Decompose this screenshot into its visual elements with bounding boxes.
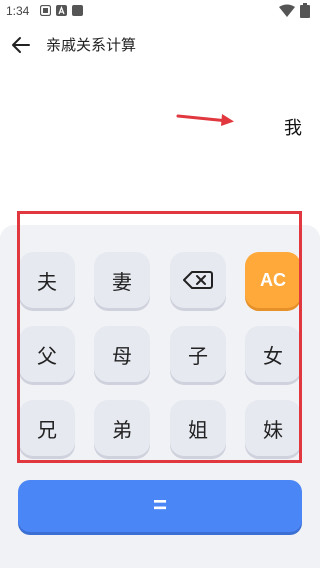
notification-icon xyxy=(40,5,51,16)
page-title: 亲戚关系计算 xyxy=(46,36,137,54)
app-icon xyxy=(72,5,83,16)
red-arrow-annotation xyxy=(176,114,234,126)
result-text: 我 xyxy=(284,118,302,139)
backspace-icon xyxy=(183,271,213,289)
status-time: 1:34 xyxy=(6,4,30,18)
key-husband[interactable]: 夫 xyxy=(19,252,75,308)
key-son[interactable]: 子 xyxy=(170,326,226,382)
key-father[interactable]: 父 xyxy=(19,326,75,382)
backspace-button[interactable] xyxy=(170,252,226,308)
key-wife[interactable]: 妻 xyxy=(94,252,150,308)
key-mother[interactable]: 母 xyxy=(94,326,150,382)
status-bar: 1:34 xyxy=(0,0,320,24)
app-bar: 亲戚关系计算 xyxy=(0,24,320,64)
key-younger-brother[interactable]: 弟 xyxy=(94,400,150,456)
key-elder-sister[interactable]: 姐 xyxy=(170,400,226,456)
key-elder-brother[interactable]: 兄 xyxy=(19,400,75,456)
battery-icon xyxy=(300,3,310,18)
arrow-left-icon[interactable] xyxy=(8,32,34,58)
key-clear-all[interactable]: AC xyxy=(245,252,301,308)
equals-button[interactable]: = xyxy=(18,480,302,532)
wifi-icon xyxy=(279,4,295,17)
a-icon xyxy=(56,5,67,16)
key-younger-sister[interactable]: 妹 xyxy=(245,400,301,456)
display-area xyxy=(0,64,320,200)
key-daughter[interactable]: 女 xyxy=(245,326,301,382)
